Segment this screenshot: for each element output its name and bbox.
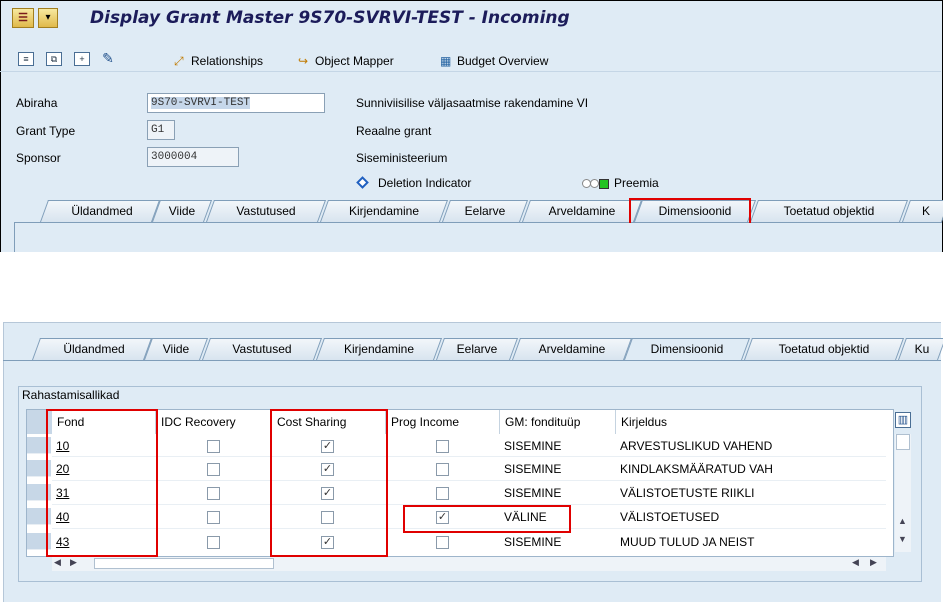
deletion-indicator-label: Deletion Indicator <box>378 176 472 190</box>
tab-content-top <box>14 223 942 252</box>
fund-type-cell: SISEMINE <box>504 535 562 549</box>
edit-pencil-icon[interactable]: ✎ <box>100 51 116 66</box>
tab-toetatud-objektid-bottom[interactable]: Toetatud objektid <box>748 338 900 360</box>
object-mapper-icon: ↪ <box>298 54 309 68</box>
tab-eelarve[interactable]: Eelarve <box>446 200 524 222</box>
prog-income-checkbox[interactable] <box>436 536 449 549</box>
column-settings-icon[interactable]: ▥ <box>895 412 911 428</box>
tab-dimensioonid-bottom[interactable]: Dimensioonid <box>628 338 746 360</box>
budget-overview-button[interactable]: ▦ Budget Overview <box>440 53 548 69</box>
tab-viide-bottom[interactable]: Viide <box>148 338 204 360</box>
sponsor-description: Siseministeerium <box>356 151 448 165</box>
window-menu-icon[interactable]: ▾ <box>38 8 58 28</box>
scroll-up-icon[interactable]: ▲ <box>898 516 907 526</box>
tab-vastutused-bottom[interactable]: Vastutused <box>206 338 318 360</box>
prog-income-checkbox[interactable] <box>436 463 449 476</box>
col-header-fund-type[interactable]: GM: fondituüp <box>500 410 616 434</box>
col-header-idc-recovery[interactable]: IDC Recovery <box>156 410 272 434</box>
status-label: Preemia <box>614 176 659 190</box>
abiraha-label: Abiraha <box>16 96 58 110</box>
tab-viide[interactable]: Viide <box>156 200 208 222</box>
tab-toetatud-objektid[interactable]: Toetatud objektid <box>754 200 904 222</box>
description-cell: ARVESTUSLIKUD VAHEND <box>620 439 773 453</box>
idc-checkbox[interactable] <box>207 511 220 524</box>
highlight-cost-sharing-column <box>270 409 388 557</box>
tab-overflow-bottom[interactable]: Ku <box>902 338 942 360</box>
tab-vastutused[interactable]: Vastutused <box>210 200 322 222</box>
col-header-prog-income[interactable]: Prog Income <box>386 410 500 434</box>
idc-checkbox[interactable] <box>207 463 220 476</box>
fund-type-cell: SISEMINE <box>504 462 562 476</box>
sponsor-label: Sponsor <box>16 151 61 165</box>
sponsor-field[interactable]: 3000004 <box>147 147 239 167</box>
scroll-right-2-icon[interactable]: ▶ <box>870 557 877 568</box>
h-scroll-thumb[interactable] <box>94 558 274 569</box>
tab-kirjendamine-bottom[interactable]: Kirjendamine <box>320 338 438 360</box>
object-mapper-button[interactable]: ↪ Object Mapper <box>298 53 394 69</box>
tab-overflow-top[interactable]: K <box>906 200 943 222</box>
tab-arveldamine-bottom[interactable]: Arveldamine <box>516 338 628 360</box>
tab-uldandmed-bottom[interactable]: Üldandmed <box>40 338 148 360</box>
tab-strip-top: Üldandmed Viide Vastutused Kirjendamine … <box>14 200 943 223</box>
tab-arveldamine[interactable]: Arveldamine <box>526 200 638 222</box>
description-cell: MUUD TULUD JA NEIST <box>620 535 755 549</box>
highlight-fond-column <box>46 409 158 557</box>
relationships-label: Relationships <box>191 54 264 68</box>
budget-overview-label: Budget Overview <box>457 54 549 68</box>
object-mapper-label: Object Mapper <box>315 54 394 68</box>
scroll-left-icon[interactable]: ◀ <box>54 557 61 568</box>
abiraha-field[interactable]: 9S70-SVRVI-TEST <box>147 93 325 113</box>
description-cell: VÄLISTOETUSTE RIIKLI <box>620 486 755 500</box>
tab-eelarve-bottom[interactable]: Eelarve <box>440 338 514 360</box>
highlight-prog-income-row <box>403 505 571 533</box>
col-header-kirjeldus[interactable]: Kirjeldus <box>616 410 886 434</box>
idc-checkbox[interactable] <box>207 487 220 500</box>
copy-icon[interactable]: ⧉ <box>46 52 62 66</box>
grant-type-field[interactable]: G1 <box>147 120 175 140</box>
idc-checkbox[interactable] <box>207 536 220 549</box>
vertical-scrollbar[interactable]: ▲ ▼ <box>895 434 911 552</box>
sap-menu-icon[interactable]: ☰ <box>12 8 34 28</box>
relationships-icon: ⤢ <box>174 54 184 68</box>
prog-income-checkbox[interactable] <box>436 440 449 453</box>
create-icon[interactable]: + <box>74 52 90 66</box>
horizontal-scrollbar[interactable]: ◀ ▶ ◀ ▶ <box>52 557 886 571</box>
group-title: Rahastamisallikad <box>22 388 120 402</box>
tab-strip-bottom: Üldandmed Viide Vastutused Kirjendamine … <box>8 338 943 361</box>
abiraha-description: Sunniviisilise väljasaatmise rakendamine… <box>356 96 589 110</box>
prog-income-checkbox[interactable] <box>436 487 449 500</box>
scroll-down-icon[interactable]: ▼ <box>898 534 907 544</box>
status-lights-icon <box>582 179 610 189</box>
window-title: Display Grant Master 9S70-SVRVI-TEST - I… <box>90 8 570 28</box>
tab-uldandmed[interactable]: Üldandmed <box>48 200 156 222</box>
scroll-thumb[interactable] <box>896 434 910 450</box>
tab-kirjendamine[interactable]: Kirjendamine <box>324 200 444 222</box>
grant-type-description: Reaalne grant <box>356 124 432 138</box>
fund-type-cell: SISEMINE <box>504 486 562 500</box>
description-cell: KINDLAKSMÄÄRATUD VAH <box>620 462 773 476</box>
list-icon[interactable]: ≡ <box>18 52 34 66</box>
scroll-left-2-icon[interactable]: ◀ <box>852 557 859 568</box>
row-separator <box>52 456 886 457</box>
idc-checkbox[interactable] <box>207 440 220 453</box>
scroll-right-icon[interactable]: ▶ <box>70 557 77 568</box>
grant-type-label: Grant Type <box>16 124 76 138</box>
budget-overview-icon: ▦ <box>440 54 452 68</box>
relationships-button[interactable]: ⤢ Relationships <box>174 53 263 69</box>
description-cell: VÄLISTOETUSED <box>620 510 720 524</box>
fund-type-cell: SISEMINE <box>504 439 562 453</box>
row-separator <box>52 480 886 481</box>
